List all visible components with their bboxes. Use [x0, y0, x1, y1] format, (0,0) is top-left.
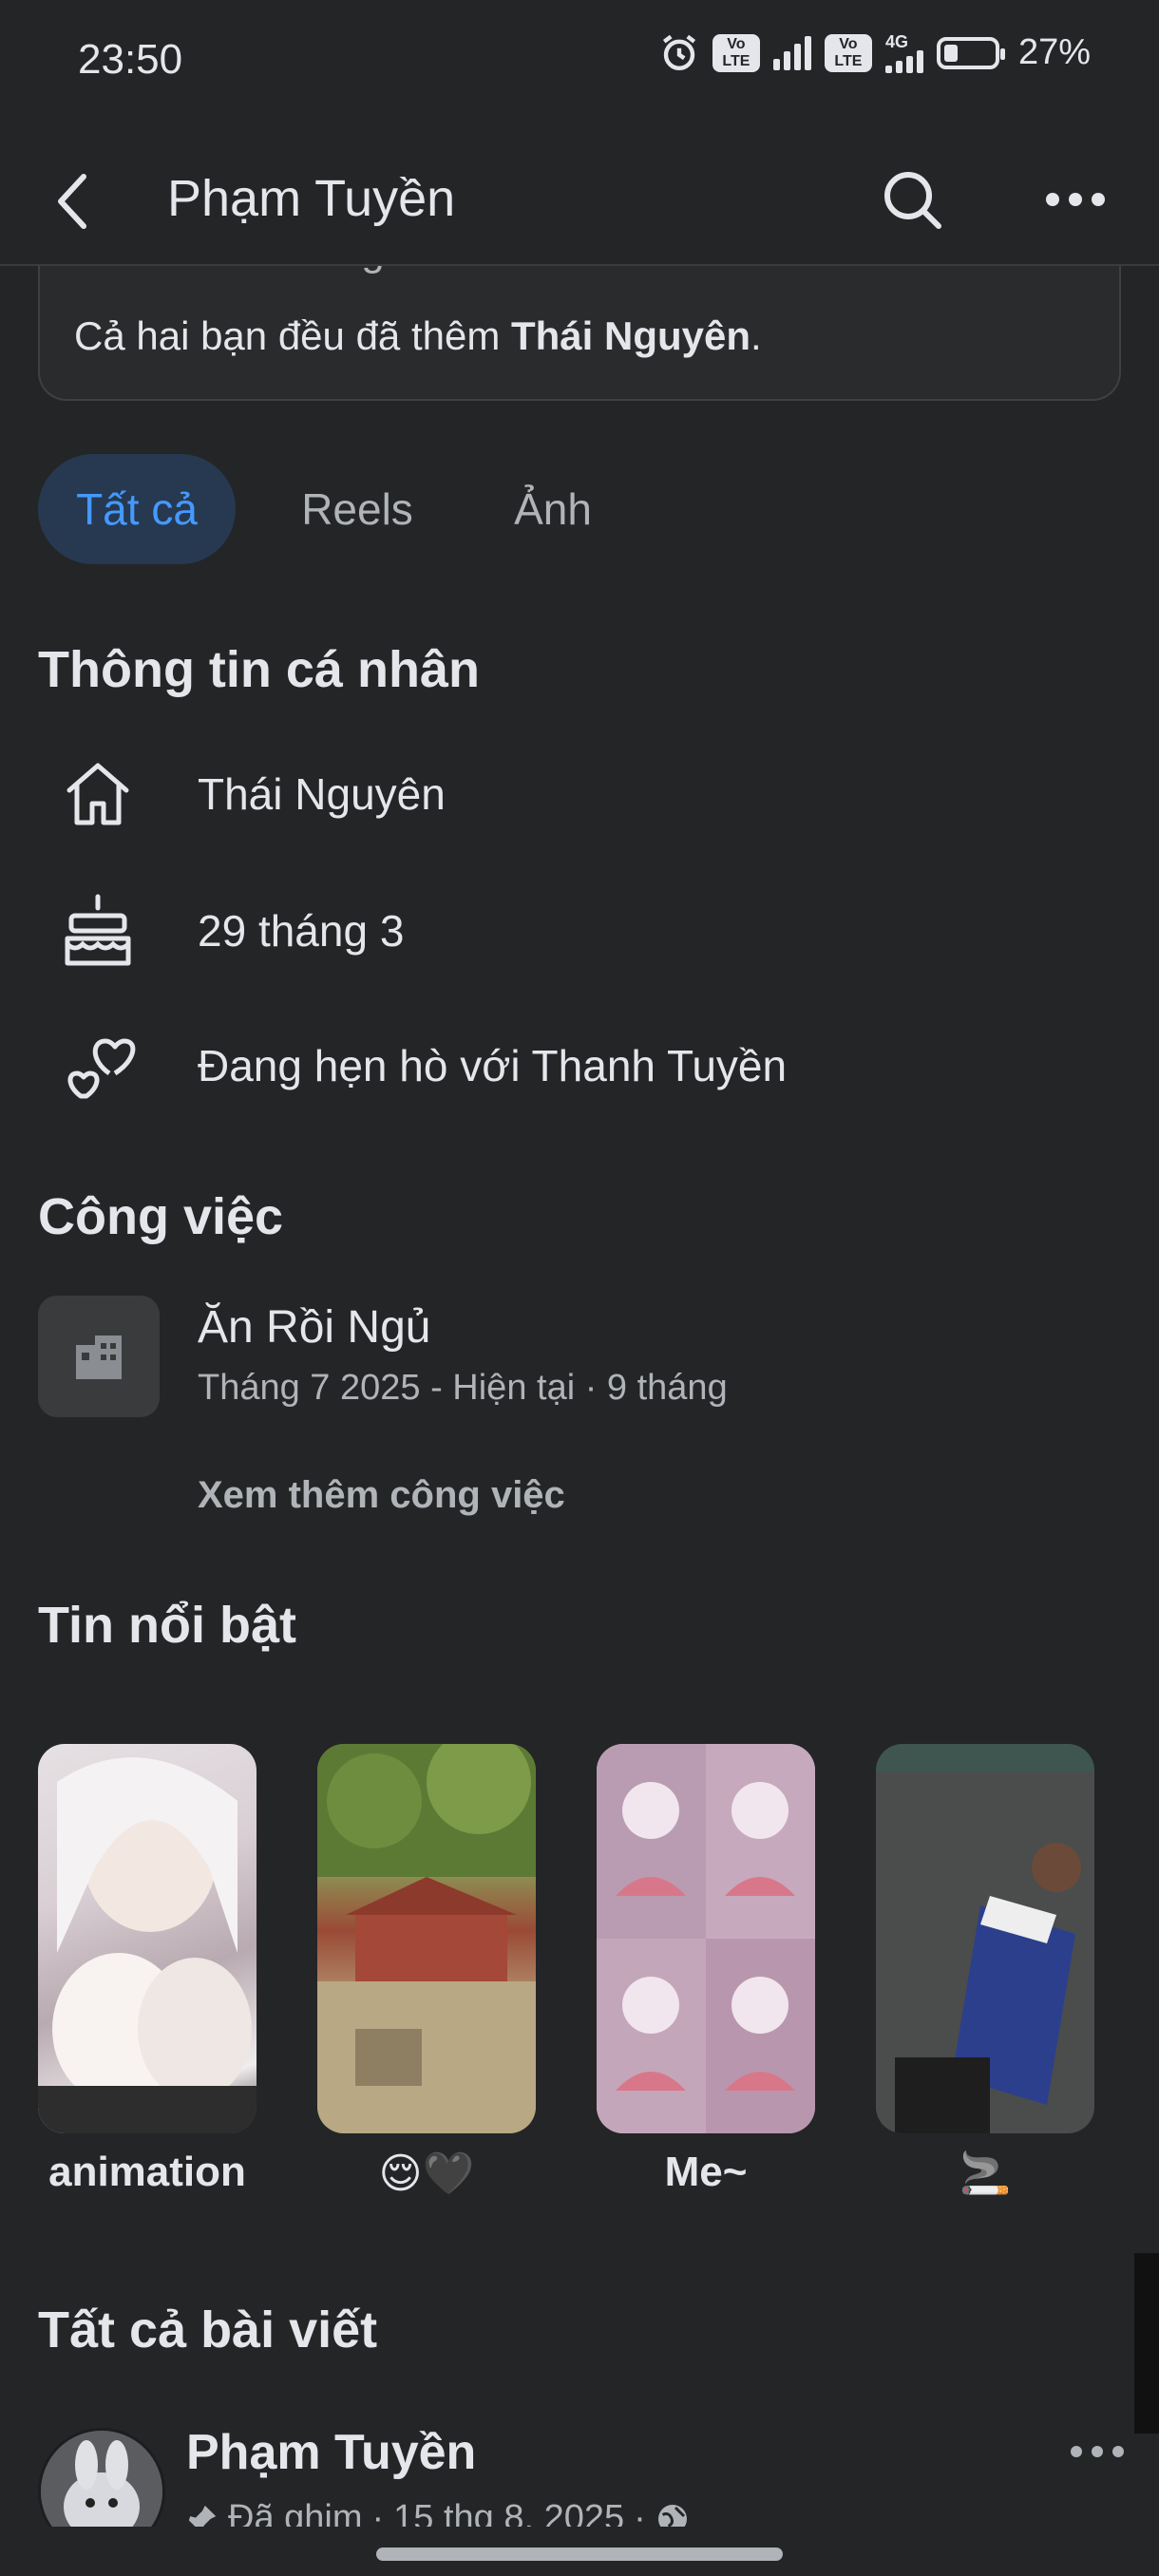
work-logo [38, 1296, 160, 1417]
mutual-place: Thái Nguyên [511, 313, 751, 358]
building-icon [76, 1335, 122, 1379]
highlight-thumbnail-3 [597, 1744, 815, 2133]
see-more-work-link[interactable]: Xem thêm công việc [198, 1474, 565, 1517]
work-heading: Công việc [38, 1188, 284, 1245]
status-time: 23:50 [78, 36, 183, 83]
highlight-label-1: animation [48, 2149, 246, 2195]
work-title[interactable]: Ăn Rồi Ngủ [198, 1301, 430, 1354]
network-type: 4G [884, 31, 908, 51]
birthday-cake-icon [65, 894, 131, 966]
relationship-hearts-icon [67, 1038, 136, 1099]
info-row-relationship: Đang hẹn hò với Thanh Tuyền [38, 1018, 1121, 1113]
personal-info-heading: Thông tin cá nhân [38, 641, 480, 698]
tab-photos[interactable]: Ảnh [486, 454, 619, 564]
work-subtitle: Tháng 7 2025 - Hiện tại · 9 tháng [198, 1368, 728, 1408]
post-author-name[interactable]: Phạm Tuyền [186, 2424, 476, 2481]
mutual-card-text: Cả hai bạn đều đã thêm Thái Nguyên. [74, 313, 762, 359]
highlight-thumbnail-2 [317, 1744, 536, 2133]
back-arrow-icon[interactable] [49, 171, 97, 232]
volte-icon-2: Vo LTE [824, 33, 872, 72]
highlight-story-2[interactable] [317, 1744, 536, 2133]
signal-icon [772, 35, 811, 70]
highlight-story-4[interactable] [876, 1744, 1094, 2133]
battery-icon [936, 36, 1005, 69]
highlights-heading: Tin nổi bật [38, 1597, 296, 1654]
status-icons: Vo LTE Vo LTE 4G 27% [659, 32, 1091, 73]
mutual-text-after: . [750, 313, 762, 358]
highlight-label-3: Me~ [664, 2149, 748, 2195]
mutual-text-before: Cả hai bạn đều đã thêm [74, 313, 511, 358]
info-row-hometown: Thái Nguyên [38, 747, 1121, 842]
highlight-thumbnail-4 [876, 1744, 1094, 2133]
highlight-story-1[interactable] [38, 1744, 256, 2133]
info-hometown-text: Thái Nguyên [198, 769, 446, 819]
signal-icon-2 [884, 49, 923, 73]
search-icon[interactable] [878, 165, 946, 234]
tab-reels[interactable]: Reels [281, 454, 433, 564]
more-options-icon[interactable] [1043, 188, 1108, 211]
alarm-icon [662, 34, 695, 70]
header-divider [0, 264, 1159, 266]
network-signal: 4G [884, 31, 923, 73]
page-title: Phạm Tuyền [167, 170, 456, 227]
all-posts-heading: Tất cả bài viết [38, 2301, 378, 2358]
home-indicator[interactable] [376, 2548, 783, 2561]
post-more-icon[interactable] [1068, 2441, 1127, 2462]
info-relationship-text: Đang hẹn hò với Thanh Tuyền [198, 1041, 788, 1090]
home-icon [66, 763, 129, 825]
battery-level: 27% [1017, 32, 1091, 72]
highlight-label-2: 😌🖤 [378, 2150, 475, 2197]
info-row-birthday: 29 tháng 3 [38, 883, 1121, 978]
info-birthday-text: 29 tháng 3 [198, 906, 405, 956]
highlight-label-4: 🚬 [959, 2150, 1012, 2197]
highlight-thumbnail-1 [38, 1757, 256, 2133]
highlight-story-3[interactable] [597, 1744, 815, 2133]
tab-all[interactable]: Tất cả [38, 454, 236, 564]
volte-icon: Vo LTE [712, 33, 760, 72]
scrollbar[interactable] [1134, 2253, 1159, 2434]
